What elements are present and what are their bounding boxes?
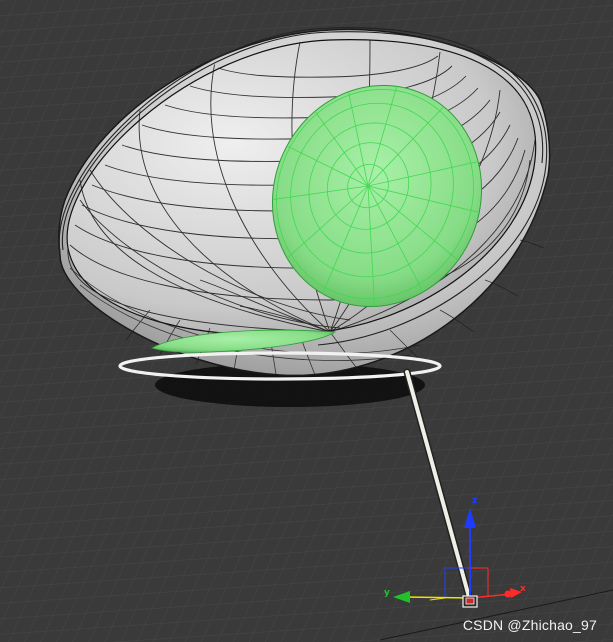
gizmo-x-label: x [520, 584, 526, 594]
gizmo-y-axis[interactable] [404, 596, 471, 599]
gizmo-y-label: y [384, 588, 390, 598]
gizmo-pivot-inner [465, 597, 475, 605]
gizmo-z-label: z [472, 496, 477, 506]
scene-canvas[interactable]: z y x [0, 0, 613, 642]
watermark-text: CSDN @Zhichao_97 [462, 617, 597, 633]
3d-viewport[interactable]: z y x CSDN @Zhichao_97 [0, 0, 613, 642]
